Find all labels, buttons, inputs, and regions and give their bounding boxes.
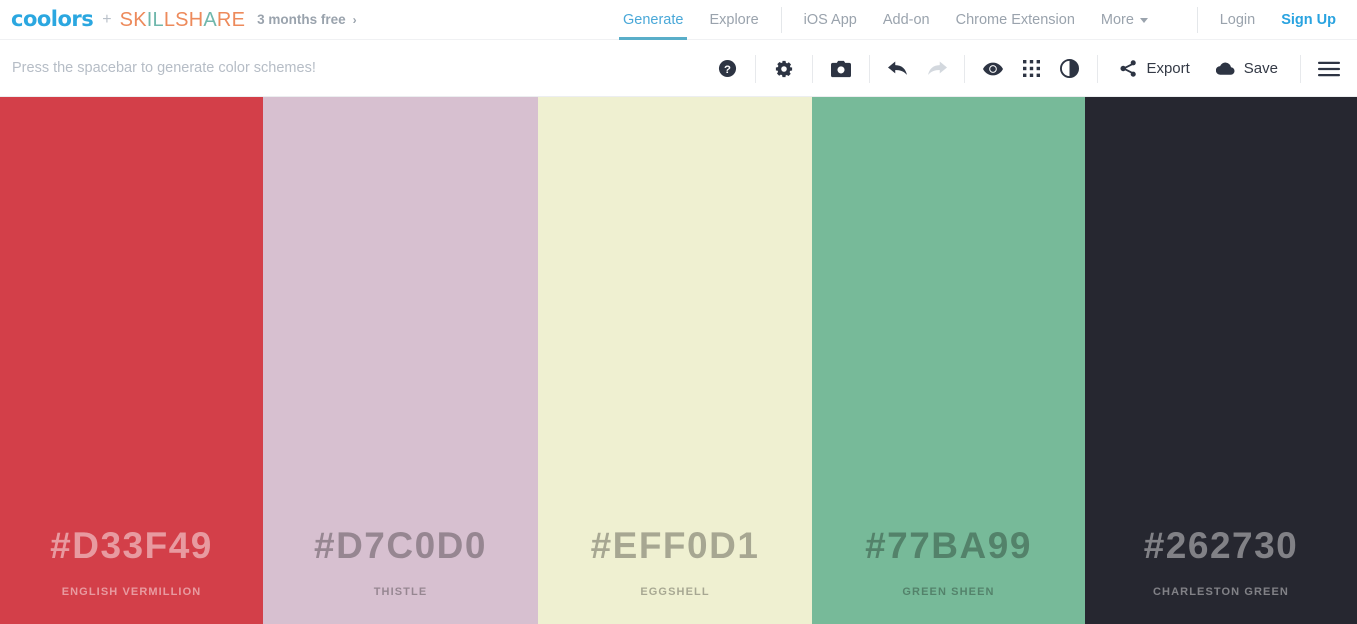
skillshare-letter-0: S [119,8,134,31]
login-link[interactable]: Login [1207,0,1268,40]
toolbar-actions: ? Export Save [699,40,1357,97]
skillshare-letter-8: R [216,8,232,31]
chevron-down-icon [1139,17,1148,23]
skillshare-letter-3: L [152,8,164,31]
color-palette: #D33F49 ENGLISH VERMILLION #D7C0D0 THISTLE #… [0,97,1357,624]
share-icon [1120,60,1137,77]
save-button[interactable]: Save [1203,60,1291,77]
toolbar-group-help: ? [699,40,755,97]
save-label: Save [1243,60,1278,77]
export-label: Export [1146,60,1190,77]
swatch-color-name: ENGLISH VERMILLION [61,586,202,598]
spacebar-hint: Press the spacebar to generate color sch… [12,60,316,76]
coolors-logo[interactable]: coolors [11,9,94,30]
swatch-hex-value[interactable]: #77BA99 [865,527,1032,564]
swatch-hex-value[interactable]: #D7C0D0 [314,527,487,564]
nav-divider [780,7,782,33]
skillshare-letter-6: H [188,8,204,31]
help-icon[interactable]: ? [708,49,746,89]
toolbar-group-export-save: Export Save [1098,40,1300,97]
skillshare-letter-9: E [231,8,246,31]
grid-icon[interactable] [1012,49,1050,89]
hamburger-menu-icon[interactable] [1310,49,1348,89]
swatch-hex-value[interactable]: #262730 [1144,527,1299,564]
color-swatch-2[interactable]: #D7C0D0 THISTLE [263,97,538,624]
nav-item-generate[interactable]: Generate [610,0,696,40]
skillshare-letter-5: S [175,8,189,31]
skillshare-letter-1: K [133,8,147,31]
top-navigation-bar: coolors + SKILLSHARE 3 months free › Gen… [0,0,1357,40]
svg-text:?: ? [724,64,731,76]
gear-icon[interactable] [765,49,803,89]
nav-item-explore[interactable]: Explore [696,0,771,40]
camera-icon[interactable] [822,49,860,89]
undo-icon[interactable] [879,49,917,89]
account-nav: Login Sign Up [1188,0,1349,40]
brand-zone: coolors + SKILLSHARE 3 months free › [0,0,357,40]
nav-item-add-on[interactable]: Add-on [870,0,943,40]
chevron-right-icon[interactable]: › [353,13,357,27]
signup-link[interactable]: Sign Up [1268,0,1349,40]
redo-icon[interactable] [917,49,955,89]
color-swatch-5[interactable]: #262730 CHARLESTON GREEN [1085,97,1357,624]
export-button[interactable]: Export [1107,60,1202,77]
swatch-color-name: THISTLE [373,586,428,598]
color-swatch-1[interactable]: #D33F49 ENGLISH VERMILLION [0,97,263,624]
eye-icon[interactable] [974,49,1012,89]
toolbar-group-settings [756,40,812,97]
nav-item-more[interactable]: More [1088,0,1161,40]
color-swatch-3[interactable]: #EFF0D1 EGGSHELL [538,97,812,624]
toolbar-group-history [870,40,964,97]
swatch-color-name: CHARLESTON GREEN [1153,586,1289,598]
nav-item-more-label: More [1100,12,1134,28]
skillshare-letter-4: L [163,8,176,31]
swatch-hex-value[interactable]: #D33F49 [50,527,213,564]
swatch-color-name: EGGSHELL [640,586,710,598]
toolbar-group-menu [1301,40,1357,97]
color-swatch-4[interactable]: #77BA99 GREEN SHEEN [812,97,1085,624]
nav-item-ios-app[interactable]: iOS App [791,0,870,40]
primary-nav: Generate Explore iOS App Add-on Chrome E… [610,0,1161,40]
cloud-icon [1215,62,1235,75]
nav-divider-right [1196,7,1198,33]
skillshare-letter-7: A [203,8,217,31]
editor-toolbar: Press the spacebar to generate color sch… [0,40,1357,97]
plus-separator: + [102,10,112,28]
promo-label[interactable]: 3 months free [257,12,346,27]
toolbar-group-view [965,40,1097,97]
contrast-icon[interactable] [1050,49,1088,89]
swatch-hex-value[interactable]: #EFF0D1 [591,527,760,564]
nav-item-chrome-extension[interactable]: Chrome Extension [943,0,1088,40]
skillshare-logo[interactable]: SKILLSHARE [120,10,245,30]
toolbar-group-camera [813,40,869,97]
swatch-color-name: GREEN SHEEN [902,586,995,598]
